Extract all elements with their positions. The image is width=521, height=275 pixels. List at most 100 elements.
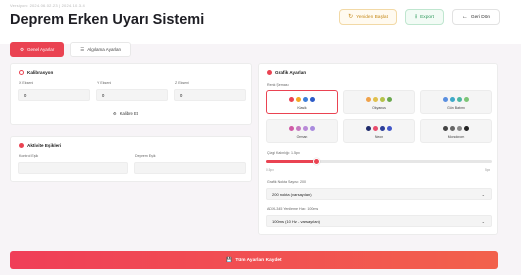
swatch <box>457 126 462 131</box>
theme-option[interactable]: Orman <box>266 119 338 143</box>
chevron-down-icon: ⌄ <box>481 219 485 224</box>
y-axis-label: Y Ekseni <box>97 81 112 85</box>
points-value: 200 nokta (varsayılan) <box>272 191 312 197</box>
color-swatches <box>267 97 337 102</box>
activity-title: Aktivite Eşikleri <box>19 143 61 148</box>
swatch <box>296 97 301 102</box>
swatch <box>366 126 371 131</box>
version-meta: Versiyon: 2024.06.02.23 | 2024.10.3.4 <box>10 3 85 8</box>
swatch <box>380 97 385 102</box>
slider-thumb[interactable] <box>312 158 320 165</box>
control-threshold-label: Kontrol Eşik <box>19 154 39 158</box>
swatch <box>464 126 469 131</box>
x-axis-label: X Ekseni <box>19 81 34 85</box>
export-icon: ⭳ <box>415 14 418 20</box>
tab-detection-label: Algılama Ayarları <box>87 47 122 52</box>
calibration-title-text: Kalibrasyon <box>27 70 54 75</box>
theme-option[interactable]: Neon <box>343 119 415 143</box>
color-swatches <box>267 126 337 131</box>
arrow-left-icon: ← <box>461 14 468 20</box>
theme-name: Monokrom <box>447 135 465 139</box>
swatch <box>303 126 308 131</box>
save-all-label: Tüm Ayarları Kaydet <box>235 257 282 263</box>
settings-icon: ⚙ <box>113 111 117 116</box>
activity-card: Aktivite Eşikleri Kontrol Eşik Deprem Eş… <box>10 136 252 182</box>
tab-detection[interactable]: ☰ Algılama Ayarları <box>70 42 132 57</box>
restart-button[interactable]: ↻ Yeniden Başlat <box>339 9 397 25</box>
graph-title-text: Grafik Ayarları <box>275 70 307 75</box>
theme-option[interactable]: Okyanus <box>343 90 415 114</box>
quake-threshold-field[interactable] <box>134 162 246 174</box>
swatch <box>373 97 378 102</box>
tab-general-label: Genel Ayarlar <box>27 47 55 52</box>
theme-name: Orman <box>296 135 308 139</box>
swatch <box>450 97 455 102</box>
refresh-icon: ↻ <box>348 14 354 20</box>
swatch <box>296 126 301 131</box>
points-label: Grafik Nokta Sayısı: 200 <box>267 180 306 184</box>
theme-option[interactable]: Gün Batımı <box>420 90 492 114</box>
interval-value: 100ms (10 Hz - varsayılan) <box>272 218 321 224</box>
control-threshold-field[interactable] <box>18 162 128 174</box>
tab-general[interactable]: ⚙ Genel Ayarlar <box>10 42 65 57</box>
theme-label: Renk Şeması <box>267 83 289 87</box>
theme-name: Okyanus <box>372 106 386 110</box>
swatch <box>387 97 392 102</box>
swatch <box>310 97 315 102</box>
points-select[interactable]: 200 nokta (varsayılan) ⌄ <box>266 188 492 200</box>
palette-icon <box>267 70 272 75</box>
theme-option[interactable]: Monokrom <box>420 119 492 143</box>
color-swatches <box>344 126 414 131</box>
export-button[interactable]: ⭳ Export <box>405 9 444 25</box>
swatch <box>450 126 455 131</box>
x-axis-field[interactable]: 0 <box>18 89 90 101</box>
line-max-label: 5px <box>485 168 491 172</box>
export-label: Export <box>420 14 434 20</box>
theme-option[interactable]: Klasik <box>266 90 338 114</box>
slider-fill <box>266 160 316 163</box>
alert-icon <box>19 143 24 148</box>
swatch <box>443 126 448 131</box>
sliders-icon: ☰ <box>80 46 85 52</box>
header-bar: Versiyon: 2024.06.02.23 | 2024.10.3.4 De… <box>0 0 521 44</box>
save-all-button[interactable]: 💾 Tüm Ayarları Kaydet <box>10 251 498 269</box>
swatch <box>464 97 469 102</box>
swatch <box>310 126 315 131</box>
target-icon <box>19 70 24 75</box>
swatch <box>443 97 448 102</box>
interval-select[interactable]: 100ms (10 Hz - varsayılan) ⌄ <box>266 215 492 227</box>
swatch <box>457 97 462 102</box>
line-min-label: 0.5px <box>266 168 274 172</box>
page-title: Deprem Erken Uyarı Sistemi <box>10 12 205 28</box>
settings-tabs: ⚙ Genel Ayarlar ☰ Algılama Ayarları <box>10 42 132 58</box>
color-swatches <box>421 97 491 102</box>
gear-icon: ⚙ <box>20 46 25 52</box>
save-icon: 💾 <box>226 257 233 263</box>
theme-name: Klasik <box>297 106 307 110</box>
calibrate-button[interactable]: ⚙ Kalibre Et <box>113 111 138 116</box>
quake-threshold-label: Deprem Eşik <box>135 154 156 158</box>
swatch <box>387 126 392 131</box>
color-swatches <box>421 126 491 131</box>
z-axis-label: Z Ekseni <box>175 81 189 85</box>
z-axis-field[interactable]: 0 <box>174 89 246 101</box>
graph-card: Grafik Ayarları Renk Şeması Klasik Okyan… <box>258 63 498 235</box>
back-button[interactable]: ← Geri Dön <box>452 9 500 25</box>
calibration-card: Kalibrasyon X Ekseni Y Ekseni Z Ekseni 0… <box>10 63 252 125</box>
restart-label: Yeniden Başlat <box>356 14 388 20</box>
graph-title: Grafik Ayarları <box>267 70 306 75</box>
activity-title-text: Aktivite Eşikleri <box>27 143 62 148</box>
swatch <box>373 126 378 131</box>
theme-name: Gün Batımı <box>447 106 465 110</box>
swatch <box>289 97 294 102</box>
calibrate-label: Kalibre Et <box>119 111 138 116</box>
line-width-slider[interactable] <box>266 158 492 165</box>
swatch <box>303 97 308 102</box>
theme-name: Neon <box>374 135 384 139</box>
swatch <box>289 126 294 131</box>
line-width-label: Çizgi Kalınlığı: 1.5px <box>267 151 300 155</box>
chevron-down-icon: ⌄ <box>481 192 485 197</box>
color-swatches <box>344 97 414 102</box>
calibration-title: Kalibrasyon <box>19 70 53 75</box>
y-axis-field[interactable]: 0 <box>96 89 168 101</box>
